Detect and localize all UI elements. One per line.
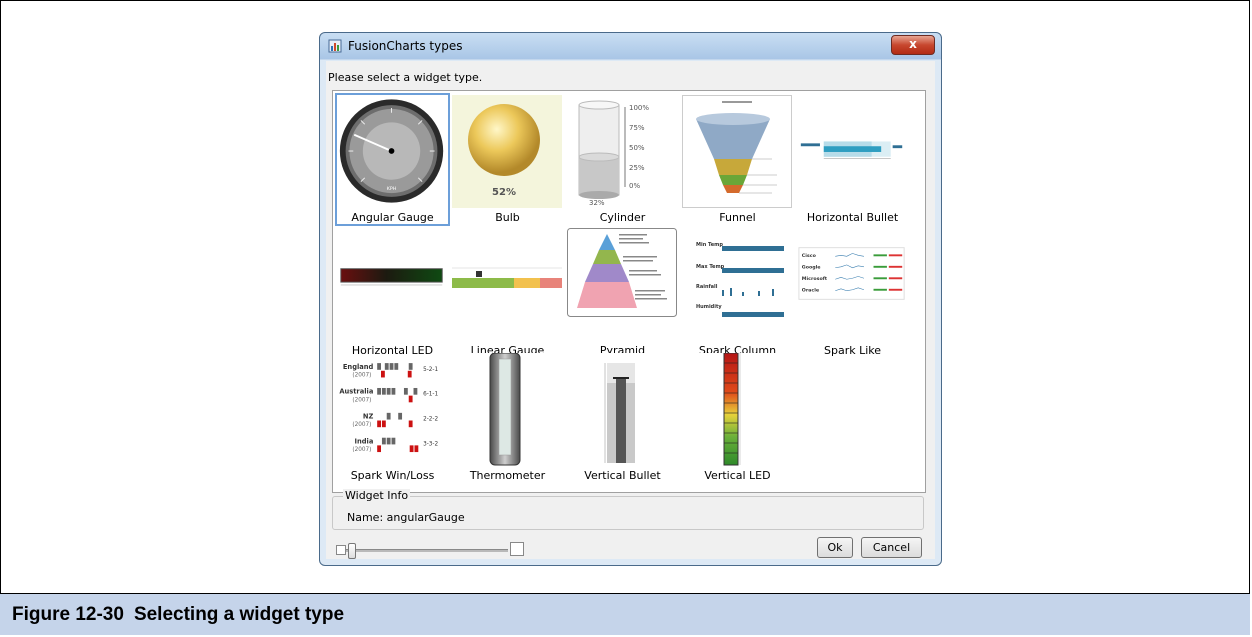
widget-label: Vertical LED <box>704 469 771 482</box>
widget-item-bulb[interactable]: 52% Bulb <box>450 93 565 226</box>
winloss-score: 3-3-2 <box>423 441 438 447</box>
spark-win-loss-thumb: England Australia NZ India (2007) (2007)… <box>337 355 447 464</box>
widget-item-thermometer[interactable]: Thermometer <box>450 351 565 484</box>
widget-item-funnel[interactable]: Funnel <box>680 93 795 226</box>
widget-label: Spark Like <box>823 344 882 357</box>
spark-column-row: Min Temp <box>696 242 723 248</box>
fusioncharts-types-dialog: FusionCharts types x Please select a wid… <box>319 32 942 566</box>
widget-info-name: Name: angularGauge <box>347 511 465 524</box>
figure-title: Selecting a widget type <box>133 604 345 625</box>
caption-text: Figure 12-30 Selecting a widget type <box>12 604 344 626</box>
close-button[interactable]: x <box>891 35 935 55</box>
spark-like-thumb: Cisco Google Microsoft Oracle <box>797 230 907 339</box>
spark-column-row: Rainfall <box>696 284 718 290</box>
widget-item-angular-gauge[interactable]: KPH Angular Gauge <box>335 93 450 226</box>
winloss-score: 5-2-1 <box>423 367 438 373</box>
cylinder-tick: 0% <box>629 182 640 190</box>
widget-label: Horizontal Bullet <box>806 211 899 224</box>
cancel-button[interactable]: Cancel <box>861 537 922 558</box>
app-icon <box>328 39 342 53</box>
dialog-title: FusionCharts types <box>348 39 463 53</box>
widget-label: Spark Win/Loss <box>350 469 435 482</box>
close-icon: x <box>909 37 917 51</box>
spark-column-row: Humidity <box>696 304 722 310</box>
angular-gauge-thumb: KPH <box>337 96 447 207</box>
large-size-icon <box>510 542 524 556</box>
winloss-year: (2007) <box>352 373 371 379</box>
widget-item-linear-gauge[interactable]: Linear Gauge <box>450 226 565 359</box>
cylinder-thumb: 100% 75% 50% 25% 0% 32% <box>567 95 677 208</box>
widget-item-horizontal-led[interactable]: Horizontal LED <box>335 226 450 359</box>
spark-like-row: Microsoft <box>802 276 828 282</box>
figure-number: Figure 12-30 <box>12 604 124 625</box>
widget-label: Cylinder <box>599 211 646 224</box>
winloss-score: 2-2-2 <box>423 417 438 423</box>
winloss-score: 6-1-1 <box>423 392 438 398</box>
widget-label: Funnel <box>719 211 756 224</box>
horizontal-bullet-thumb <box>797 97 907 206</box>
pyramid-thumb <box>567 228 677 317</box>
widget-label: Thermometer <box>469 469 546 482</box>
widget-item-pyramid[interactable]: Pyramid <box>565 226 680 359</box>
widget-info-legend: Widget Info <box>343 489 411 502</box>
vertical-led-thumb <box>682 353 792 466</box>
winloss-year: (2007) <box>352 447 371 453</box>
figure-caption: Figure 12-30 Selecting a widget type <box>0 593 1250 635</box>
winloss-year: (2007) <box>352 397 371 403</box>
widget-label: Bulb <box>495 211 520 224</box>
linear-gauge-thumb <box>452 228 562 341</box>
vertical-bullet-thumb <box>567 353 677 466</box>
bulb-value: 52% <box>492 187 516 198</box>
zoom-slider[interactable] <box>336 542 524 559</box>
widget-item-vertical-led[interactable]: Vertical LED <box>680 351 795 484</box>
cylinder-tick: 100% <box>629 104 649 112</box>
funnel-thumb <box>682 95 792 208</box>
widget-info-group: Widget Info Name: angularGauge <box>332 489 924 530</box>
small-size-icon <box>336 545 346 555</box>
spark-like-row: Google <box>802 265 821 271</box>
spark-column-row: Max Temp <box>696 264 725 270</box>
widget-item-spark-like[interactable]: Cisco Google Microsoft Oracle Spark Like <box>795 226 910 359</box>
winloss-team: India <box>355 437 374 445</box>
widget-gallery[interactable]: KPH Angular Gauge 52% Bulb 100% 75% 50% … <box>332 90 926 493</box>
cylinder-value: 32% <box>589 199 605 207</box>
widget-item-spark-win-loss[interactable]: England Australia NZ India (2007) (2007)… <box>335 351 450 484</box>
winloss-team: England <box>343 363 374 371</box>
ok-button[interactable]: Ok <box>817 537 853 558</box>
cylinder-tick: 75% <box>629 124 645 132</box>
widget-item-vertical-bullet[interactable]: Vertical Bullet <box>565 351 680 484</box>
widget-label: Vertical Bullet <box>584 469 661 482</box>
spark-like-row: Cisco <box>802 253 817 259</box>
horizontal-led-thumb <box>337 230 447 339</box>
slider-thumb[interactable] <box>348 543 356 559</box>
winloss-team: NZ <box>363 413 374 421</box>
spark-like-row: Oracle <box>802 288 819 294</box>
spark-column-thumb: Min Temp Max Temp Rainfall Humidity <box>682 228 792 341</box>
widget-item-spark-column[interactable]: Min Temp Max Temp Rainfall Humidity Spar… <box>680 226 795 359</box>
cylinder-tick: 25% <box>629 164 645 172</box>
winloss-team: Australia <box>339 388 373 396</box>
bulb-thumb: 52% <box>452 95 562 208</box>
prompt-text: Please select a widget type. <box>328 71 483 84</box>
winloss-year: (2007) <box>352 422 371 428</box>
cylinder-tick: 50% <box>629 144 645 152</box>
widget-item-cylinder[interactable]: 100% 75% 50% 25% 0% 32% Cylinder <box>565 93 680 226</box>
slider-track <box>338 549 508 552</box>
title-bar[interactable]: FusionCharts types x <box>320 33 941 59</box>
widget-label: Angular Gauge <box>351 211 434 224</box>
gauge-unit-text: KPH <box>387 186 397 192</box>
thermometer-thumb <box>452 353 562 466</box>
widget-item-horizontal-bullet[interactable]: Horizontal Bullet <box>795 93 910 226</box>
